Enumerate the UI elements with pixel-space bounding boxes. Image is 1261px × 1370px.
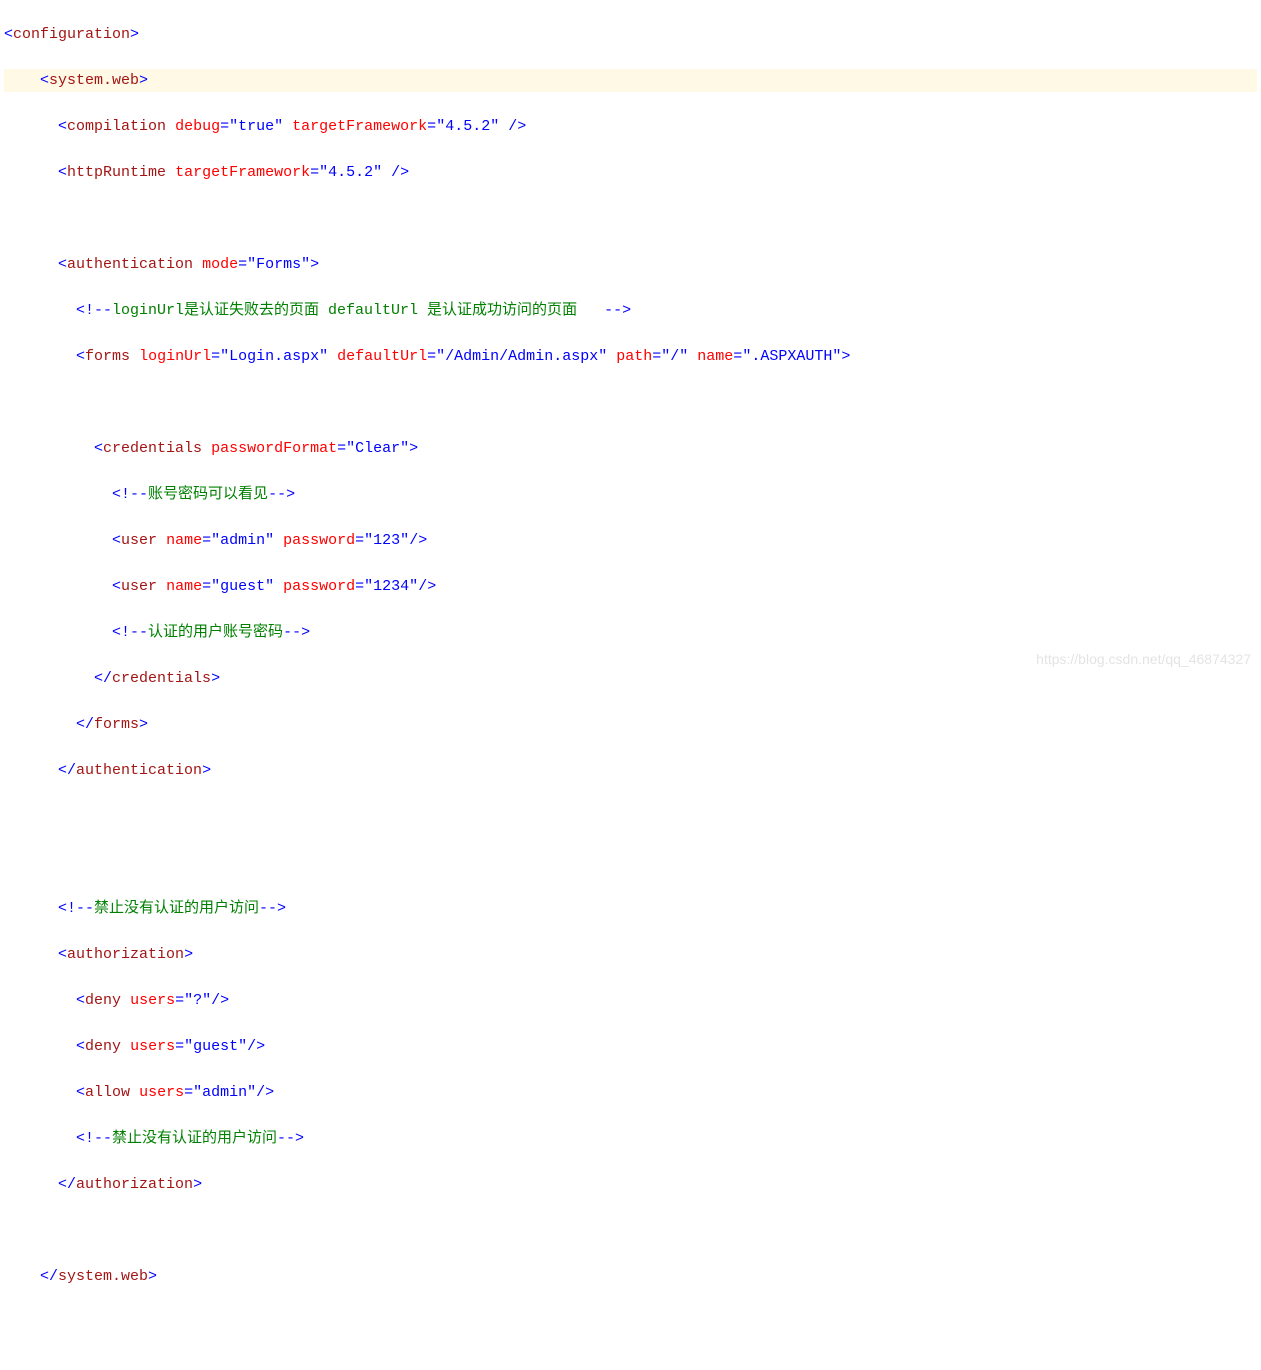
code-line: </system.web>: [4, 1265, 1257, 1288]
code-line: [4, 1311, 1257, 1334]
code-line: [4, 1219, 1257, 1242]
code-line: [4, 851, 1257, 874]
code-line: <authentication mode="Forms">: [4, 253, 1257, 276]
code-line: <user name="guest" password="1234"/>: [4, 575, 1257, 598]
code-line: [4, 391, 1257, 414]
code-line: [4, 207, 1257, 230]
comment-text: 禁止没有认证的用户访问: [94, 900, 259, 917]
code-block: <configuration> <system.web> <compilatio…: [0, 0, 1261, 1370]
code-line: </forms>: [4, 713, 1257, 736]
code-line: <deny users="?"/>: [4, 989, 1257, 1012]
code-line: <!--loginUrl是认证失败去的页面 defaultUrl 是认证成功访问…: [4, 299, 1257, 322]
code-line: <authorization>: [4, 943, 1257, 966]
code-line: <allow users="admin"/>: [4, 1081, 1257, 1104]
code-line: <!--禁止没有认证的用户访问-->: [4, 897, 1257, 920]
code-line: <deny users="guest"/>: [4, 1035, 1257, 1058]
code-line: <user name="admin" password="123"/>: [4, 529, 1257, 552]
code-line: <compilation debug="true" targetFramewor…: [4, 115, 1257, 138]
comment-text: 账号密码可以看见: [148, 486, 268, 503]
comment-text: 认证的用户账号密码: [148, 624, 283, 641]
code-line: <!--认证的用户账号密码-->: [4, 621, 1257, 644]
code-line: <httpRuntime targetFramework="4.5.2" />: [4, 161, 1257, 184]
code-line: <forms loginUrl="Login.aspx" defaultUrl=…: [4, 345, 1257, 368]
code-line: <system.web>: [4, 69, 1257, 92]
code-line: </authentication>: [4, 759, 1257, 782]
comment-text: 禁止没有认证的用户访问: [112, 1130, 277, 1147]
code-line: <!--<!--账号密码可以看见-->账号密码可以看见-->: [4, 483, 1257, 506]
code-line: [4, 805, 1257, 828]
code-line: <!--禁止没有认证的用户访问-->: [4, 1127, 1257, 1150]
code-line: </authorization>: [4, 1173, 1257, 1196]
code-line: <credentials passwordFormat="Clear">: [4, 437, 1257, 460]
code-line: </credentials>: [4, 667, 1257, 690]
code-line: <configuration>: [4, 23, 1257, 46]
code-line: [4, 1357, 1257, 1370]
